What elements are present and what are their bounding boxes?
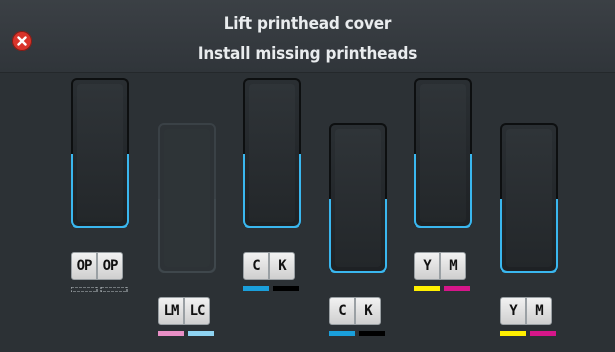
printhead-slot-c-k-2[interactable] (329, 123, 387, 273)
slot-seat (329, 199, 387, 273)
printhead-carriage: OP OP LM LC C K C K Y M Y M (0, 73, 615, 352)
slot-label-y-m-1: Y M (414, 252, 466, 280)
color-label: K (355, 297, 381, 325)
color-label: LM (158, 297, 184, 325)
slot-seat (500, 199, 558, 273)
slot-label-c-k-2: C K (329, 297, 381, 325)
color-label: Y (500, 297, 526, 325)
ink-indicator-c-k-1 (243, 286, 299, 291)
printhead-slot-op-op[interactable] (71, 78, 129, 228)
color-label: M (526, 297, 552, 325)
ink-indicator-c-k-2 (329, 331, 385, 336)
ink-indicator-lm-lc (158, 331, 214, 336)
color-label: OP (71, 252, 97, 280)
slot-seat (71, 154, 129, 228)
instruction-title-2: Install missing printheads (197, 44, 418, 64)
printhead-slot-c-k-1[interactable] (243, 78, 301, 228)
color-label: K (269, 252, 295, 280)
ink-indicator-op (71, 287, 128, 292)
slot-label-y-m-2: Y M (500, 297, 552, 325)
printhead-slot-y-m-2[interactable] (500, 123, 558, 273)
color-label: C (329, 297, 355, 325)
color-label: OP (97, 252, 123, 280)
slot-label-op-op: OP OP (71, 252, 123, 280)
ink-indicator-y-m-1 (414, 286, 470, 291)
color-label: C (243, 252, 269, 280)
slot-seat (414, 154, 472, 228)
color-label: LC (184, 297, 210, 325)
printhead-slot-lm-lc-missing[interactable] (158, 123, 216, 273)
color-label: Y (414, 252, 440, 280)
printhead-slot-y-m-1[interactable] (414, 78, 472, 228)
color-label: M (440, 252, 466, 280)
slot-seat (243, 154, 301, 228)
instruction-title-1: Lift printhead cover (223, 14, 392, 34)
slot-seat (158, 199, 216, 273)
slot-label-lm-lc: LM LC (158, 297, 210, 325)
ink-indicator-y-m-2 (500, 331, 556, 336)
message-header: Lift printhead cover Install missing pri… (0, 0, 615, 73)
slot-label-c-k-1: C K (243, 252, 295, 280)
